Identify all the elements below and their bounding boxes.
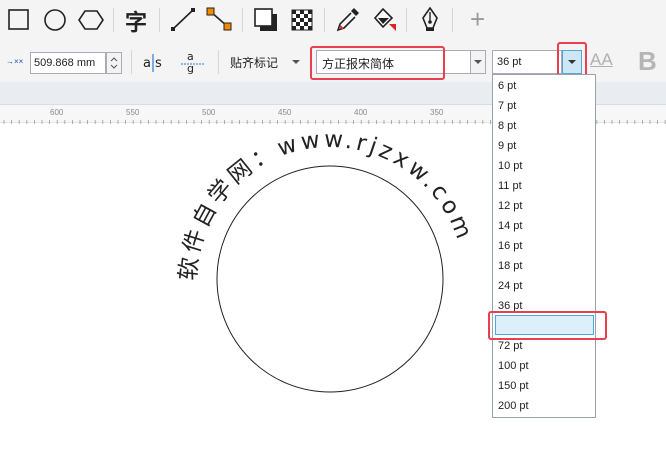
font-size-option[interactable]: 18 pt — [498, 260, 522, 272]
checker-cell — [292, 18, 296, 22]
text-tool-glyph: 字 — [125, 11, 148, 36]
aa-icon[interactable]: AA — [590, 50, 613, 70]
checker-cell — [292, 14, 296, 18]
checker-cell — [292, 10, 296, 14]
ruler-label: 450 — [278, 108, 292, 117]
checker-cell — [296, 10, 300, 14]
snap-marks-label[interactable]: 贴齐标记 — [230, 54, 278, 71]
font-name-highlight — [310, 46, 445, 80]
font-size-option[interactable]: 11 pt — [498, 180, 522, 192]
line-icon[interactable] — [168, 4, 198, 34]
toolbar-separator — [159, 8, 160, 32]
checker-cell — [296, 14, 300, 18]
checker-cell — [304, 22, 308, 26]
bold-icon[interactable]: B — [638, 46, 657, 77]
snap-dropdown-arrow[interactable] — [291, 56, 301, 66]
ruler-label: 500 — [202, 108, 216, 117]
font-size-option[interactable]: 10 pt — [498, 160, 522, 172]
checker-cell — [300, 10, 304, 14]
font-size-option[interactable]: 8 pt — [498, 120, 516, 132]
font-name-dropdown-button[interactable] — [470, 50, 486, 74]
add-glyph: + — [470, 4, 486, 34]
font-size-option[interactable]: 150 pt — [498, 380, 529, 392]
checker-cell — [304, 14, 308, 18]
ruler-label: 350 — [430, 108, 444, 117]
checker-cell — [300, 22, 304, 26]
text-spacing-icon[interactable]: as — [139, 48, 169, 78]
fill-icon[interactable] — [369, 4, 399, 34]
checker-cell — [292, 26, 296, 30]
eyedropper-icon[interactable] — [333, 4, 363, 34]
toolbar-separator — [131, 50, 132, 74]
text-icon[interactable]: 字 — [122, 4, 152, 36]
font-size-option[interactable]: 16 pt — [498, 240, 522, 252]
transparency-icon[interactable] — [287, 4, 317, 34]
ruler-label: 550 — [126, 108, 140, 117]
checker-cell — [296, 26, 300, 30]
checker-cell — [300, 26, 304, 30]
checker-cell — [300, 18, 304, 22]
checker-cell — [300, 14, 304, 18]
font-size-option[interactable]: 14 pt — [498, 220, 522, 232]
distance-input[interactable]: 509.868 mm — [30, 52, 106, 74]
standard-toolbar: 字 + — [0, 0, 666, 40]
toolbar-separator — [113, 8, 114, 32]
distance-value: 509.868 mm — [34, 57, 96, 69]
ruler-label: 600 — [50, 108, 64, 117]
svg-text:a: a — [143, 56, 151, 71]
arc-text[interactable]: 软件自学网：www.rjzxw.com — [175, 127, 477, 282]
toolbar-separator — [242, 8, 243, 32]
toolbar-separator — [324, 8, 325, 32]
font-size-option[interactable]: 200 pt — [498, 400, 529, 412]
rectangle-icon[interactable] — [4, 4, 34, 34]
checker-cell — [296, 18, 300, 22]
font-size-option[interactable]: 72 pt — [498, 340, 522, 352]
polygon-icon[interactable] — [76, 4, 106, 34]
circle-shape[interactable] — [216, 165, 444, 393]
checker-cell — [304, 26, 308, 30]
selected-option-highlight — [488, 311, 607, 340]
font-size-input[interactable]: 36 pt — [492, 50, 562, 74]
svg-text:s: s — [155, 56, 162, 71]
checker-cell — [292, 22, 296, 26]
font-size-option[interactable]: 7 pt — [498, 100, 516, 112]
font-size-option[interactable]: 24 pt — [498, 280, 522, 292]
checker-cell — [296, 22, 300, 26]
toolbar-separator — [452, 8, 453, 32]
checker-cell — [308, 18, 312, 22]
baseline-shift-icon[interactable]: ag — [178, 48, 208, 78]
checker-cell — [304, 10, 308, 14]
font-size-option[interactable]: 9 pt — [498, 140, 516, 152]
distance-prefix: →×× — [6, 57, 24, 66]
font-size-option[interactable]: 100 pt — [498, 360, 529, 372]
toolbar-separator — [406, 8, 407, 32]
add-icon[interactable]: + — [465, 4, 495, 34]
checker-cell — [308, 22, 312, 26]
font-size-value: 36 pt — [497, 56, 522, 68]
toolbar-separator — [218, 50, 219, 74]
font-size-dropdown-list: 6 pt 7 pt 8 pt 9 pt 10 pt 11 pt 12 pt 14 pt 16 p… — [492, 74, 596, 418]
connector-icon[interactable] — [204, 4, 234, 34]
drop-shadow-icon[interactable] — [251, 4, 281, 34]
ellipse-icon[interactable] — [40, 4, 70, 34]
checker-cell — [308, 26, 312, 30]
font-size-option[interactable]: 12 pt — [498, 200, 522, 212]
arc-text-path: 软件自学网：www.rjzxw.com — [175, 127, 474, 282]
ruler-label: 400 — [354, 108, 368, 117]
checker-cell — [308, 14, 312, 18]
pen-icon[interactable] — [415, 4, 445, 34]
checker-cell — [308, 10, 312, 14]
distance-spinner[interactable] — [106, 52, 122, 74]
font-size-option[interactable]: 6 pt — [498, 80, 516, 92]
checker-cell — [304, 18, 308, 22]
